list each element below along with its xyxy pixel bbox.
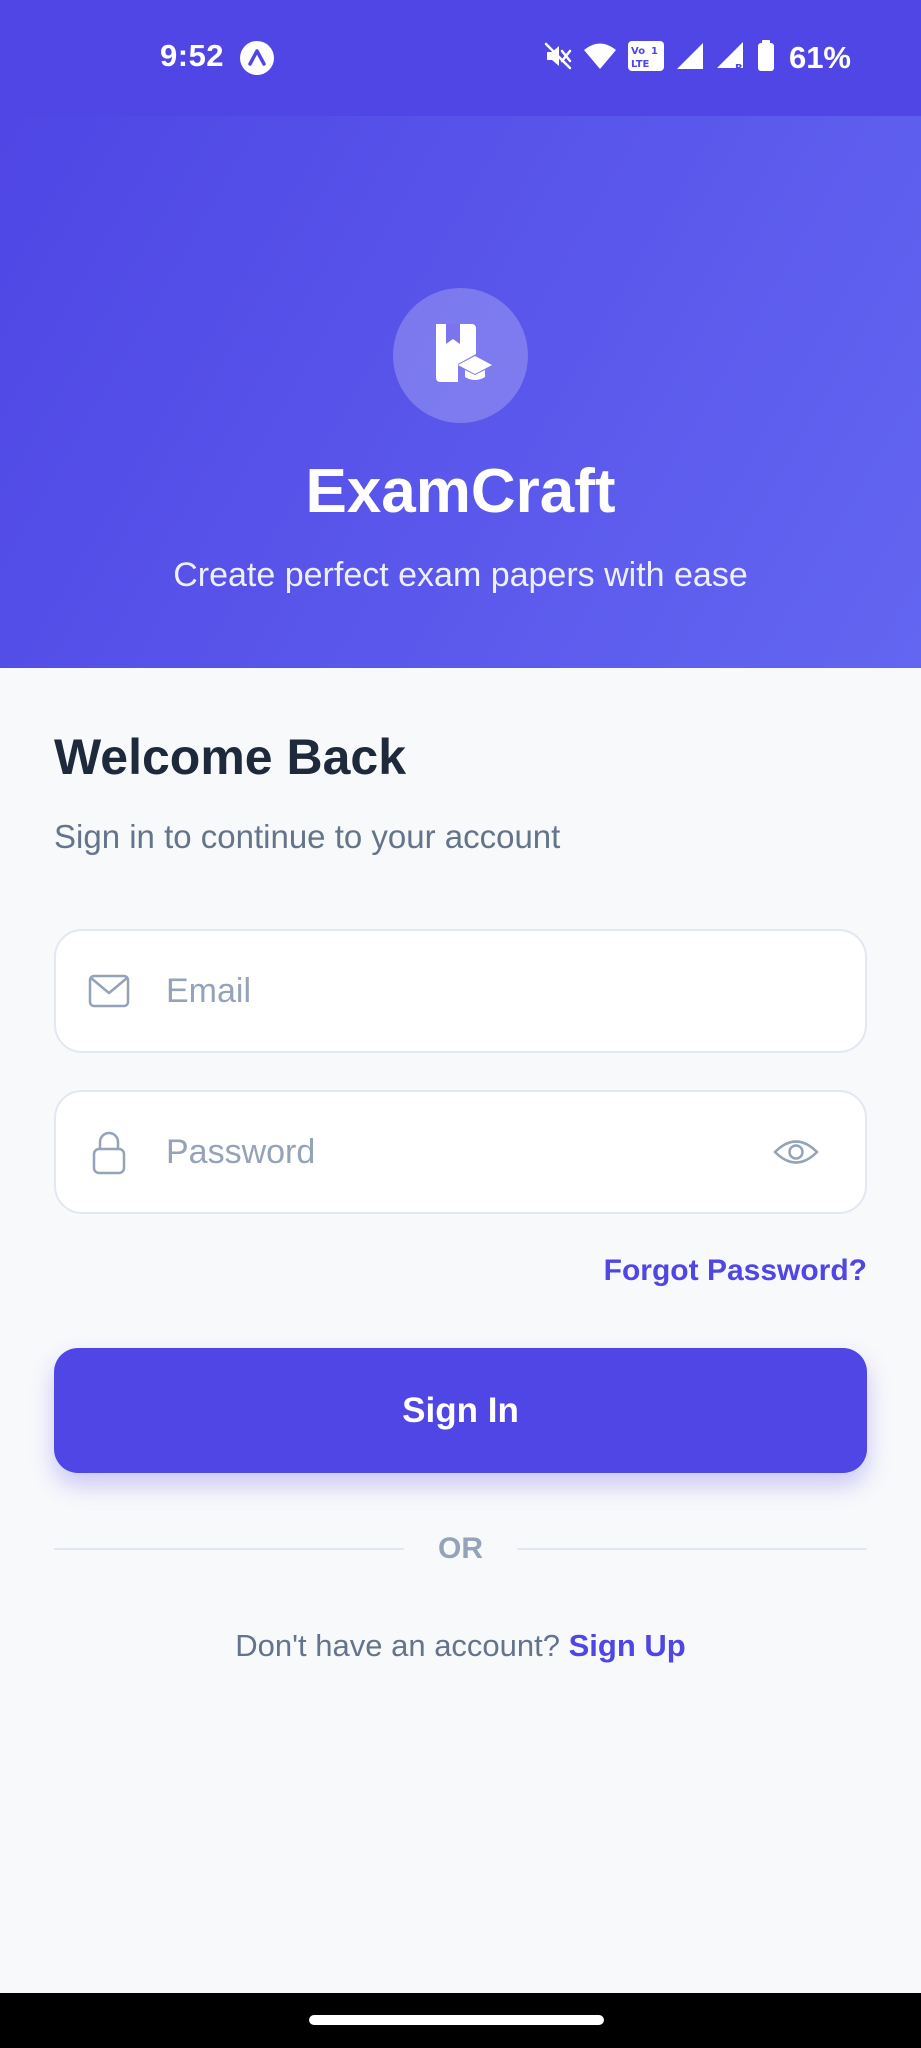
signal-icon xyxy=(675,41,705,76)
sign-up-link[interactable]: Sign Up xyxy=(569,1628,686,1663)
lock-icon xyxy=(86,1129,132,1175)
divider-line-left xyxy=(54,1548,404,1550)
or-divider: OR xyxy=(438,1532,483,1565)
signup-prompt: Don't have an account? xyxy=(235,1628,569,1663)
book-graduation-cap-icon xyxy=(428,320,494,391)
mute-icon xyxy=(543,41,573,76)
svg-text:Vo: Vo xyxy=(631,46,645,57)
divider-line-right xyxy=(517,1548,867,1550)
volte-icon: Vo 1 LTE xyxy=(627,40,665,77)
app-tagline: Create perfect exam papers with ease xyxy=(173,556,748,594)
home-gesture-handle[interactable] xyxy=(309,2015,604,2025)
password-input[interactable] xyxy=(164,1092,764,1212)
app-logo xyxy=(393,288,528,423)
mail-icon xyxy=(86,968,132,1014)
eye-icon[interactable] xyxy=(771,1128,821,1176)
hero-header: ExamCraft Create perfect exam papers wit… xyxy=(0,116,921,668)
system-navigation-bar xyxy=(0,1993,921,2048)
svg-text:1: 1 xyxy=(651,46,658,57)
status-icons: Vo 1 LTE R 61% xyxy=(543,38,851,78)
email-field[interactable] xyxy=(54,929,867,1053)
welcome-title: Welcome Back xyxy=(54,729,407,785)
svg-text:R: R xyxy=(735,63,743,72)
sign-in-button[interactable]: Sign In xyxy=(54,1348,867,1473)
signup-row: Don't have an account? Sign Up xyxy=(0,1628,921,1664)
password-field[interactable] xyxy=(54,1090,867,1214)
battery-icon xyxy=(757,39,775,77)
status-bar: 9:52 Vo 1 LTE R 61% xyxy=(0,0,921,116)
wifi-icon xyxy=(583,41,617,76)
welcome-subtitle: Sign in to continue to your account xyxy=(54,818,561,855)
svg-text:LTE: LTE xyxy=(631,59,650,70)
forgot-password-link[interactable]: Forgot Password? xyxy=(604,1254,867,1288)
status-time: 9:52 xyxy=(160,38,225,73)
expo-icon xyxy=(240,41,274,75)
app-title: ExamCraft xyxy=(305,457,616,526)
email-input[interactable] xyxy=(164,931,764,1051)
battery-percentage: 61% xyxy=(788,40,851,75)
signal-roaming-icon: R xyxy=(715,40,747,77)
